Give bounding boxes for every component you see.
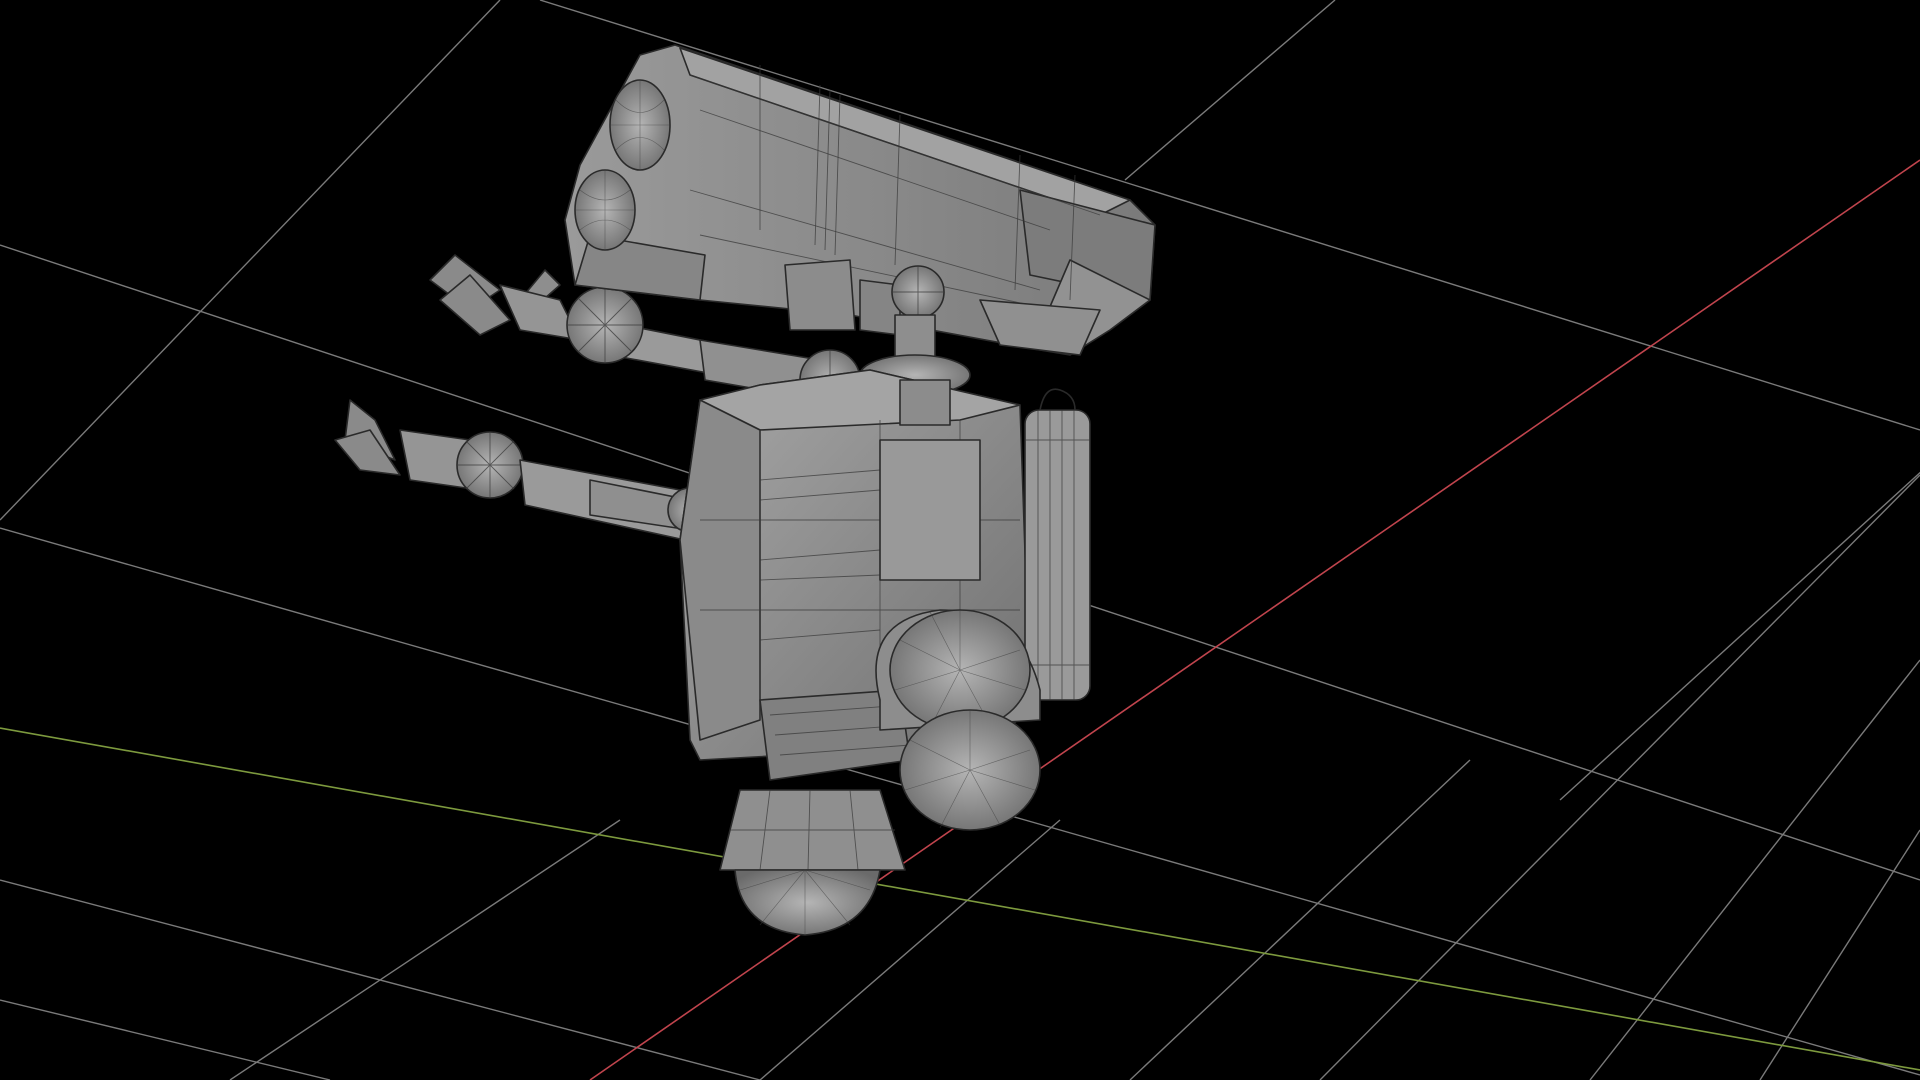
3d-viewport[interactable] xyxy=(0,0,1920,1080)
canister-handle xyxy=(1039,388,1076,411)
body-front-panel xyxy=(879,439,981,581)
front-ball xyxy=(734,869,881,936)
body-top-nub xyxy=(899,379,951,426)
canister-body xyxy=(1024,409,1091,701)
head-side-fin xyxy=(979,299,1101,356)
grid-line xyxy=(0,999,331,1080)
lower-arm[interactable] xyxy=(334,399,713,541)
grid-line xyxy=(1759,829,1920,1080)
grid-line xyxy=(1129,759,1471,1080)
rear-wheel[interactable] xyxy=(875,609,1041,831)
side-canister[interactable] xyxy=(1024,388,1091,701)
robot-head[interactable] xyxy=(564,44,1156,356)
grid-line xyxy=(1124,0,1336,181)
grid-line xyxy=(1559,471,1920,801)
neck-block xyxy=(784,259,856,331)
robot-mesh[interactable] xyxy=(334,44,1156,936)
grid-line xyxy=(229,819,621,1080)
grid-line xyxy=(1589,659,1920,1080)
viewport-canvas[interactable] xyxy=(0,0,1920,1080)
front-base[interactable] xyxy=(719,789,906,936)
